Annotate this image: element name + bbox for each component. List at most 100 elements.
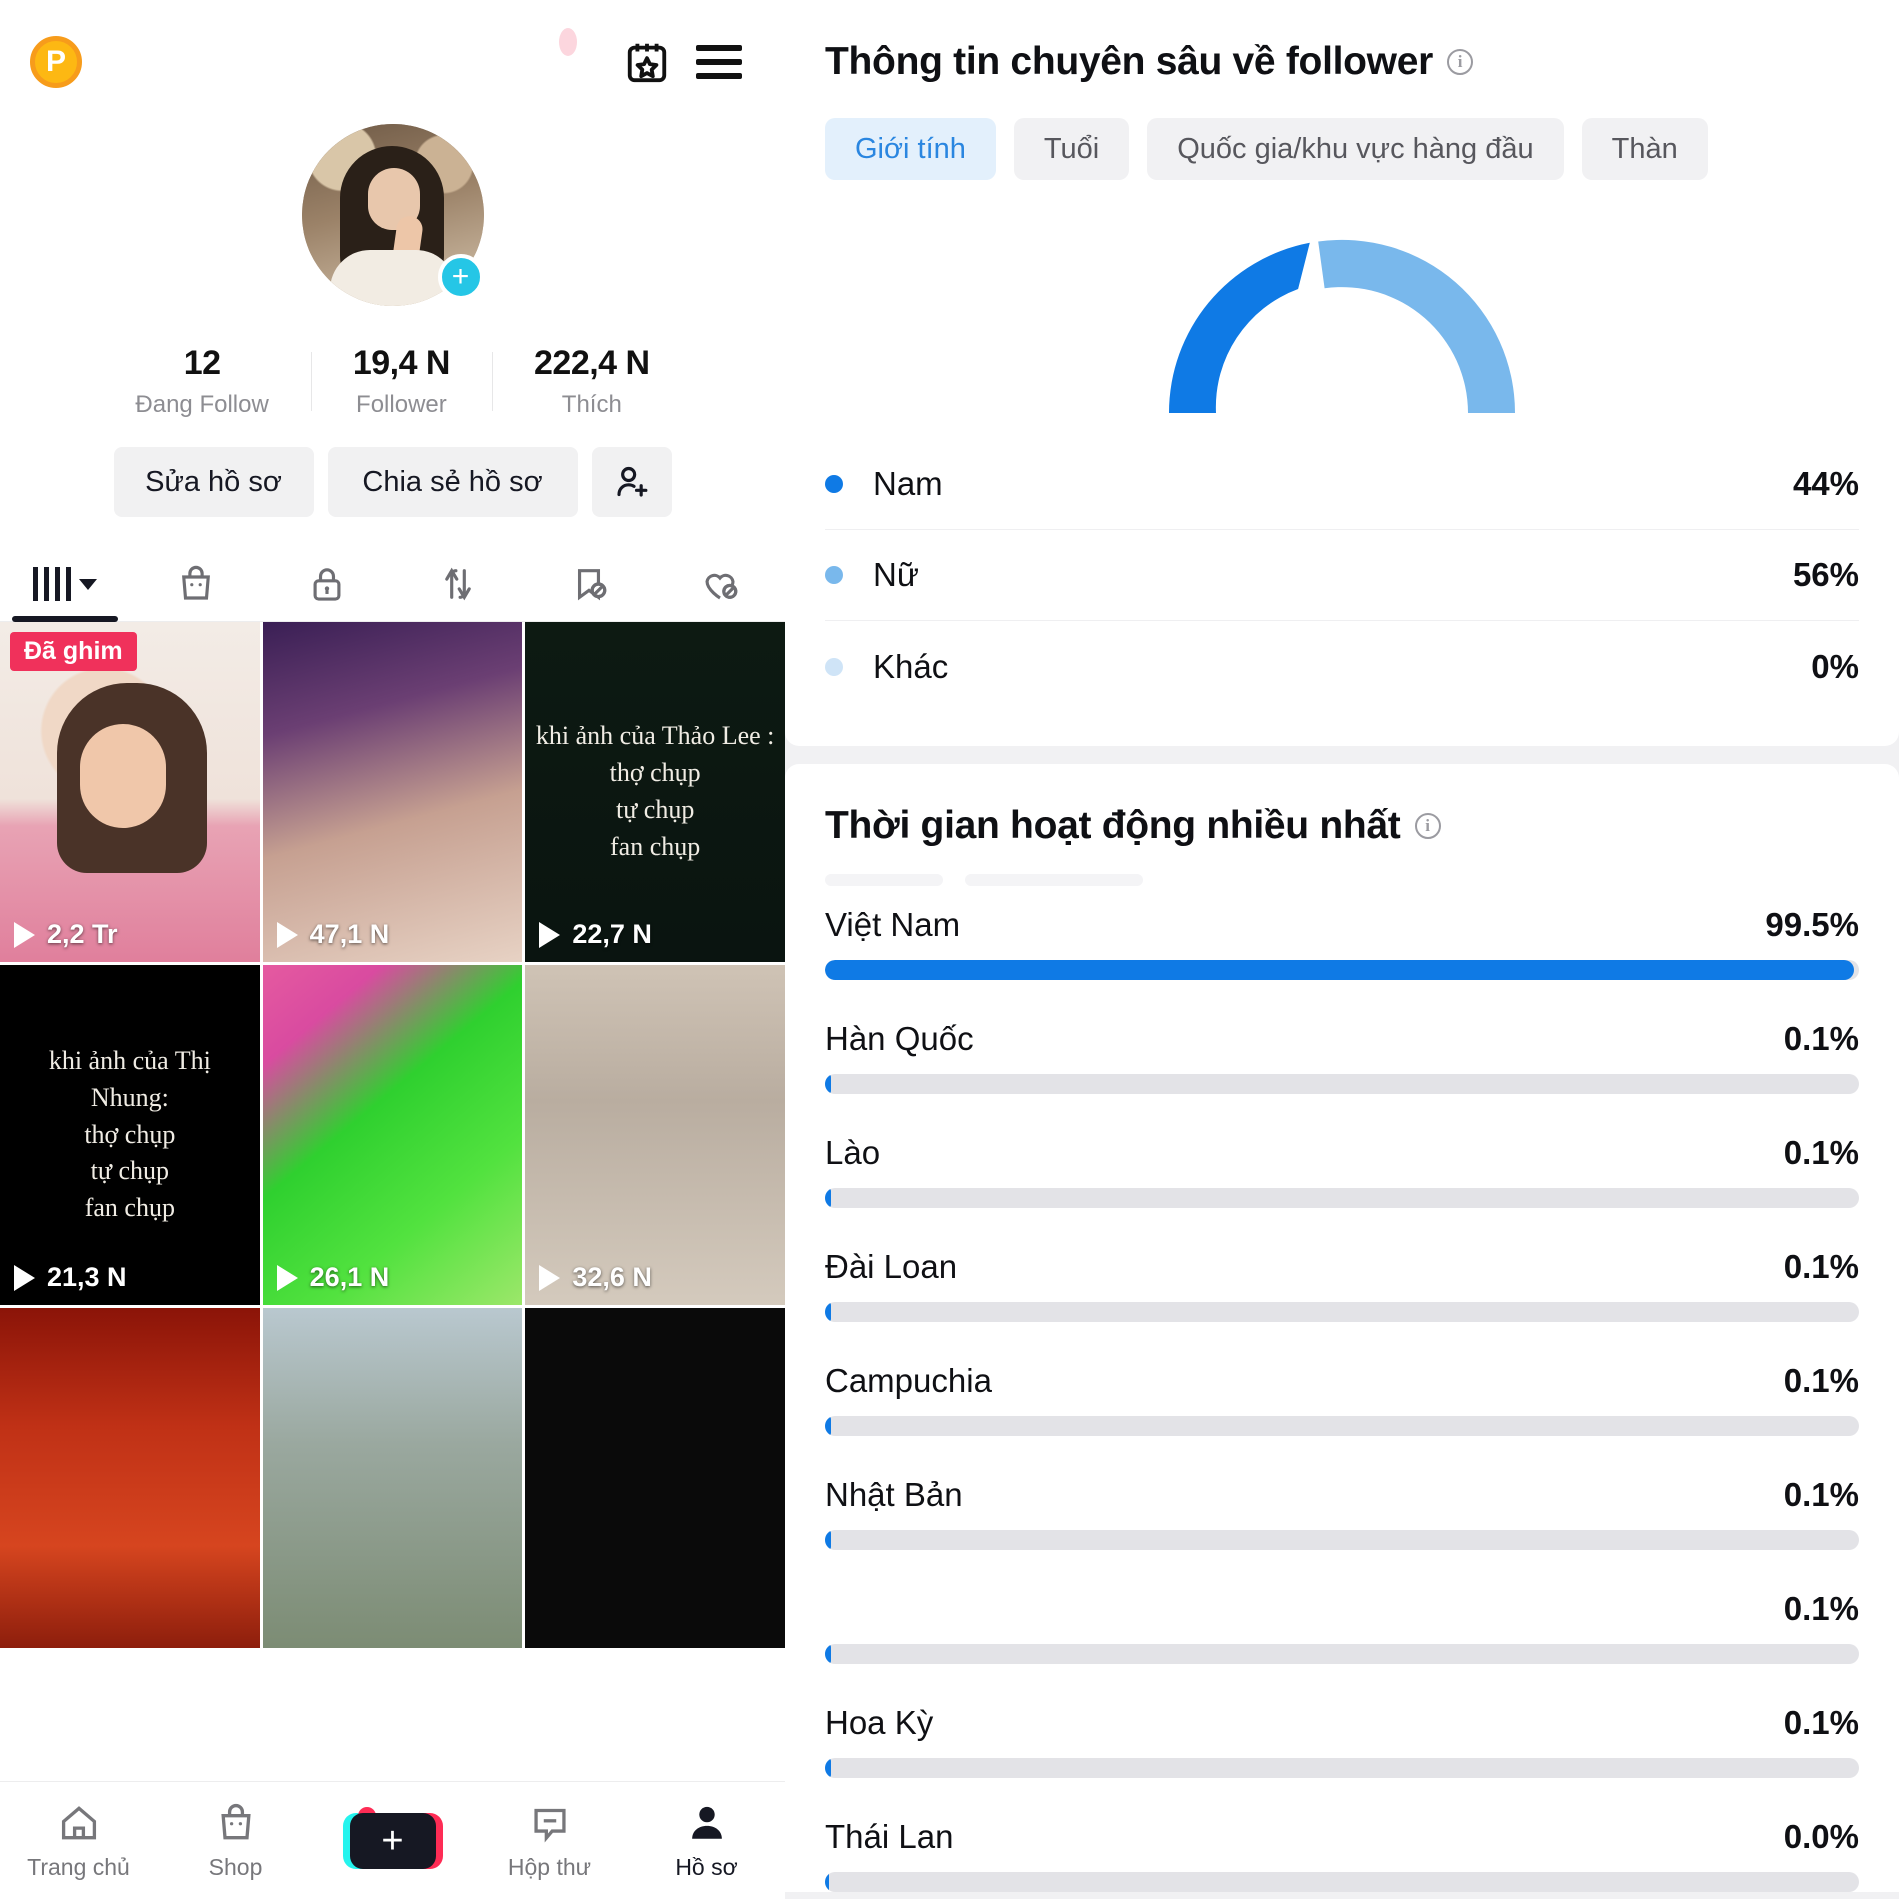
bar-track: [825, 1188, 1859, 1208]
country-name: Hoa Kỳ: [825, 1704, 934, 1741]
legend-dot-male: [825, 475, 843, 493]
tab-saved[interactable]: [523, 547, 654, 621]
avatar-add-badge[interactable]: +: [437, 254, 484, 300]
country-value: 99.5%: [1765, 906, 1859, 943]
country-value: 0.1%: [1783, 1704, 1859, 1741]
follower-insights-card: Thông tin chuyên sâu về follower i Giới …: [785, 0, 1899, 746]
legend-value: 0%: [1811, 647, 1859, 685]
grid-bars-icon: [33, 567, 72, 601]
bar-track: [825, 1416, 1859, 1436]
repost-icon: [445, 567, 471, 601]
loading-skeleton: [825, 874, 1859, 888]
video-cell[interactable]: 47,1 N: [262, 622, 523, 962]
analytics-pane[interactable]: Thông tin chuyên sâu về follower i Giới …: [785, 0, 1899, 1899]
video-cell[interactable]: 32,6 N: [525, 965, 785, 1305]
nav-item-shop[interactable]: Shop: [157, 1801, 314, 1881]
video-cell[interactable]: [0, 1308, 260, 1648]
heart-hidden-icon: [705, 573, 737, 600]
legend-label: Nữ: [873, 556, 919, 593]
create-plus-icon[interactable]: +: [342, 1812, 443, 1869]
country-row: Lào 0.1%: [825, 1134, 1859, 1208]
shop-bag-icon: [182, 565, 211, 600]
stat-followers[interactable]: 19,4 N Follower: [310, 344, 492, 419]
play-icon: [539, 921, 561, 948]
stat-value: 222,4 N: [534, 344, 650, 382]
chip-city[interactable]: Thàn: [1581, 118, 1708, 180]
profile-tabs: [0, 547, 785, 622]
home-icon: [61, 1805, 96, 1839]
follower-insights-title: Thông tin chuyên sâu về follower: [825, 40, 1433, 83]
legend-value: 44%: [1792, 465, 1859, 502]
country-value: 0.1%: [1783, 1590, 1859, 1627]
video-cell[interactable]: khi ảnh của Thị Nhung: thợ chụp tự chụp …: [0, 965, 260, 1305]
add-friend-button[interactable]: [591, 447, 672, 517]
country-name: Nhật Bản: [825, 1476, 963, 1513]
info-icon[interactable]: i: [1446, 49, 1473, 75]
chip-age[interactable]: Tuổi: [1013, 118, 1130, 180]
video-views: 22,7 N: [539, 919, 652, 950]
calendar-star-icon[interactable]: [611, 26, 683, 98]
stat-value: 19,4 N: [352, 344, 451, 382]
tab-private[interactable]: [262, 547, 393, 621]
share-profile-button[interactable]: Chia sẻ hồ sơ: [327, 447, 578, 517]
video-cell[interactable]: [525, 1308, 785, 1648]
chip-gender[interactable]: Giới tính: [825, 118, 996, 180]
bookmark-hidden-icon: [577, 569, 607, 601]
tab-liked[interactable]: [654, 547, 785, 621]
legend-row-other: Khác 0%: [825, 621, 1859, 712]
profile-pane: P + 12 Đang Follow 19,4 N Follower 222,4…: [0, 0, 785, 1899]
bar-track: [825, 1644, 1859, 1664]
gender-gauge-chart: [825, 214, 1859, 413]
gauge-slice-male: [1168, 242, 1310, 413]
video-cell[interactable]: khi ảnh của Thảo Lee : thợ chụp tự chụp …: [525, 622, 785, 962]
bar-track: [825, 1302, 1859, 1322]
country-name: Đài Loan: [825, 1248, 958, 1285]
bottom-nav: Trang chủ Shop + Hộp thư Hồ sơ: [0, 1781, 785, 1899]
country-value: 0.1%: [1783, 1248, 1859, 1285]
nav-item-profile[interactable]: Hồ sơ: [628, 1801, 785, 1881]
view-count: 32,6 N: [572, 1262, 652, 1292]
avatar[interactable]: +: [301, 124, 484, 306]
gender-legend: Nam 44% Nữ 56% Khác 0%: [825, 439, 1859, 712]
stat-label: Đang Follow: [135, 391, 269, 418]
view-count: 47,1 N: [309, 919, 390, 949]
video-cell[interactable]: 26,1 N: [262, 965, 523, 1305]
tab-repost[interactable]: [392, 547, 523, 621]
country-name: Campuchia: [825, 1362, 992, 1399]
edit-profile-button[interactable]: Sửa hồ sơ: [113, 447, 314, 517]
bar-fill: [825, 1302, 832, 1322]
stat-likes[interactable]: 222,4 N Thích: [492, 344, 692, 419]
tab-shop[interactable]: [131, 547, 262, 621]
info-icon[interactable]: i: [1414, 813, 1441, 839]
nav-label: Trang chủ: [27, 1853, 130, 1880]
insight-filter-chips: Giới tính Tuổi Quốc gia/khu vực hàng đầu…: [825, 118, 1859, 180]
stat-following[interactable]: 12 Đang Follow: [93, 344, 310, 419]
coin-logo-icon[interactable]: P: [30, 36, 82, 88]
country-name: Việt Nam: [825, 906, 961, 943]
country-row: Nhật Bản 0.1%: [825, 1476, 1859, 1550]
app-root: P + 12 Đang Follow 19,4 N Follower 222,4…: [0, 0, 1899, 1899]
country-value: 0.1%: [1783, 1362, 1859, 1399]
play-icon: [276, 921, 298, 948]
page-title: Thông tin chuyên sâu về follower i: [825, 40, 1859, 84]
tab-videos[interactable]: [0, 547, 131, 622]
nav-label: Hộp thư: [507, 1853, 592, 1880]
video-cell[interactable]: [262, 1308, 523, 1648]
legend-row-female: Nữ 56%: [825, 530, 1859, 621]
country-name: Thái Lan: [825, 1818, 954, 1855]
country-value: 0.1%: [1783, 1020, 1859, 1057]
country-value: 0.1%: [1783, 1476, 1859, 1513]
country-row: Hoa Kỳ 0.1%: [825, 1704, 1859, 1778]
nav-item-inbox[interactable]: Hộp thư: [358, 1801, 628, 1881]
video-caption-overlay: khi ảnh của Thảo Lee : thợ chụp tự chụp …: [535, 721, 775, 861]
bar-track: [825, 1530, 1859, 1550]
video-views: 26,1 N: [276, 1262, 389, 1293]
bar-track: [825, 1872, 1859, 1892]
hamburger-menu-icon[interactable]: [683, 26, 755, 98]
nav-item-create[interactable]: +: [314, 1812, 471, 1869]
half-donut-gauge: [1143, 214, 1541, 413]
country-row: 0.1%: [825, 1590, 1859, 1664]
video-cell[interactable]: Đã ghim 2,2 Tr: [0, 622, 260, 962]
chip-country[interactable]: Quốc gia/khu vực hàng đầu: [1147, 118, 1564, 180]
nav-item-home[interactable]: Trang chủ: [0, 1801, 157, 1881]
